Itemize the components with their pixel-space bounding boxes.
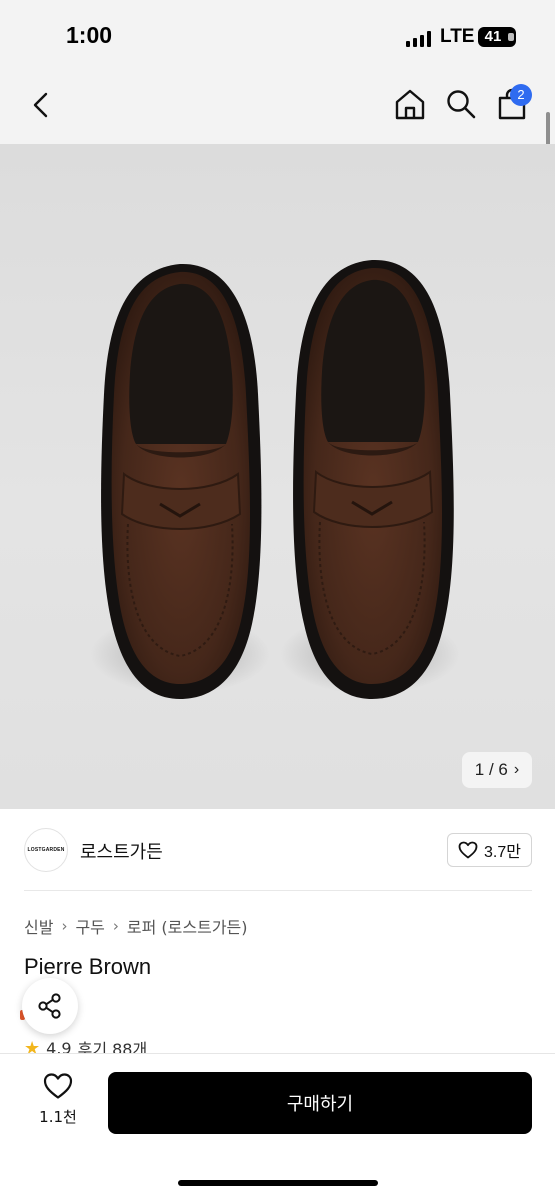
product-title: Pierre Brown [24, 954, 152, 979]
gallery-pager[interactable]: 1 / 6 › [462, 752, 532, 788]
home-button[interactable] [390, 84, 430, 124]
signal-icon [406, 31, 432, 47]
search-button[interactable] [442, 84, 480, 124]
nav-bar [0, 70, 555, 144]
store-like-count: 3.7만 [484, 844, 521, 861]
breadcrumb-item-shoes[interactable]: 신발 [24, 914, 53, 938]
status-bar: 1:00 LTE 41 [0, 0, 555, 70]
share-icon [38, 993, 61, 1019]
breadcrumb: 신발 › 구두 › 로퍼 (로스트가든) [24, 914, 248, 938]
pager-label: 1 / 6 [474, 760, 508, 779]
status-time: 1:00 [66, 22, 113, 48]
store-name[interactable]: 로스트가든 [80, 838, 163, 864]
breadcrumb-item-loafer[interactable]: 로퍼 (로스트가든) [127, 914, 248, 938]
network-label: LTE [440, 26, 475, 47]
share-button[interactable] [22, 978, 78, 1034]
wishlist-count: 1.1천 [39, 1108, 77, 1126]
breadcrumb-item-dress-shoes[interactable]: 구두 [75, 914, 104, 938]
chevron-right-icon: › [513, 761, 520, 778]
store-like-button[interactable]: 3.7만 [447, 833, 532, 867]
chevron-left-icon [33, 92, 48, 118]
store-logo-text: LOSTGARDEN [27, 847, 65, 853]
home-indicator [178, 1180, 378, 1186]
heart-icon [43, 1073, 73, 1099]
divider [24, 890, 532, 891]
loafer-image [90, 259, 460, 699]
chevron-right-icon: › [61, 917, 68, 935]
search-icon [447, 90, 476, 119]
wishlist-button[interactable]: 1.1천 [30, 1072, 86, 1132]
cart-count-badge: 2 [510, 84, 532, 106]
back-button[interactable] [24, 86, 58, 124]
chevron-right-icon: › [112, 917, 119, 935]
battery-level: 41 [484, 28, 502, 45]
product-image[interactable] [0, 144, 555, 809]
heart-icon [458, 841, 478, 859]
store-logo[interactable]: LOSTGARDEN [24, 828, 68, 872]
buy-button[interactable]: 구매하기 [108, 1072, 532, 1134]
battery-icon: 41 [478, 27, 516, 47]
home-icon [395, 89, 425, 120]
